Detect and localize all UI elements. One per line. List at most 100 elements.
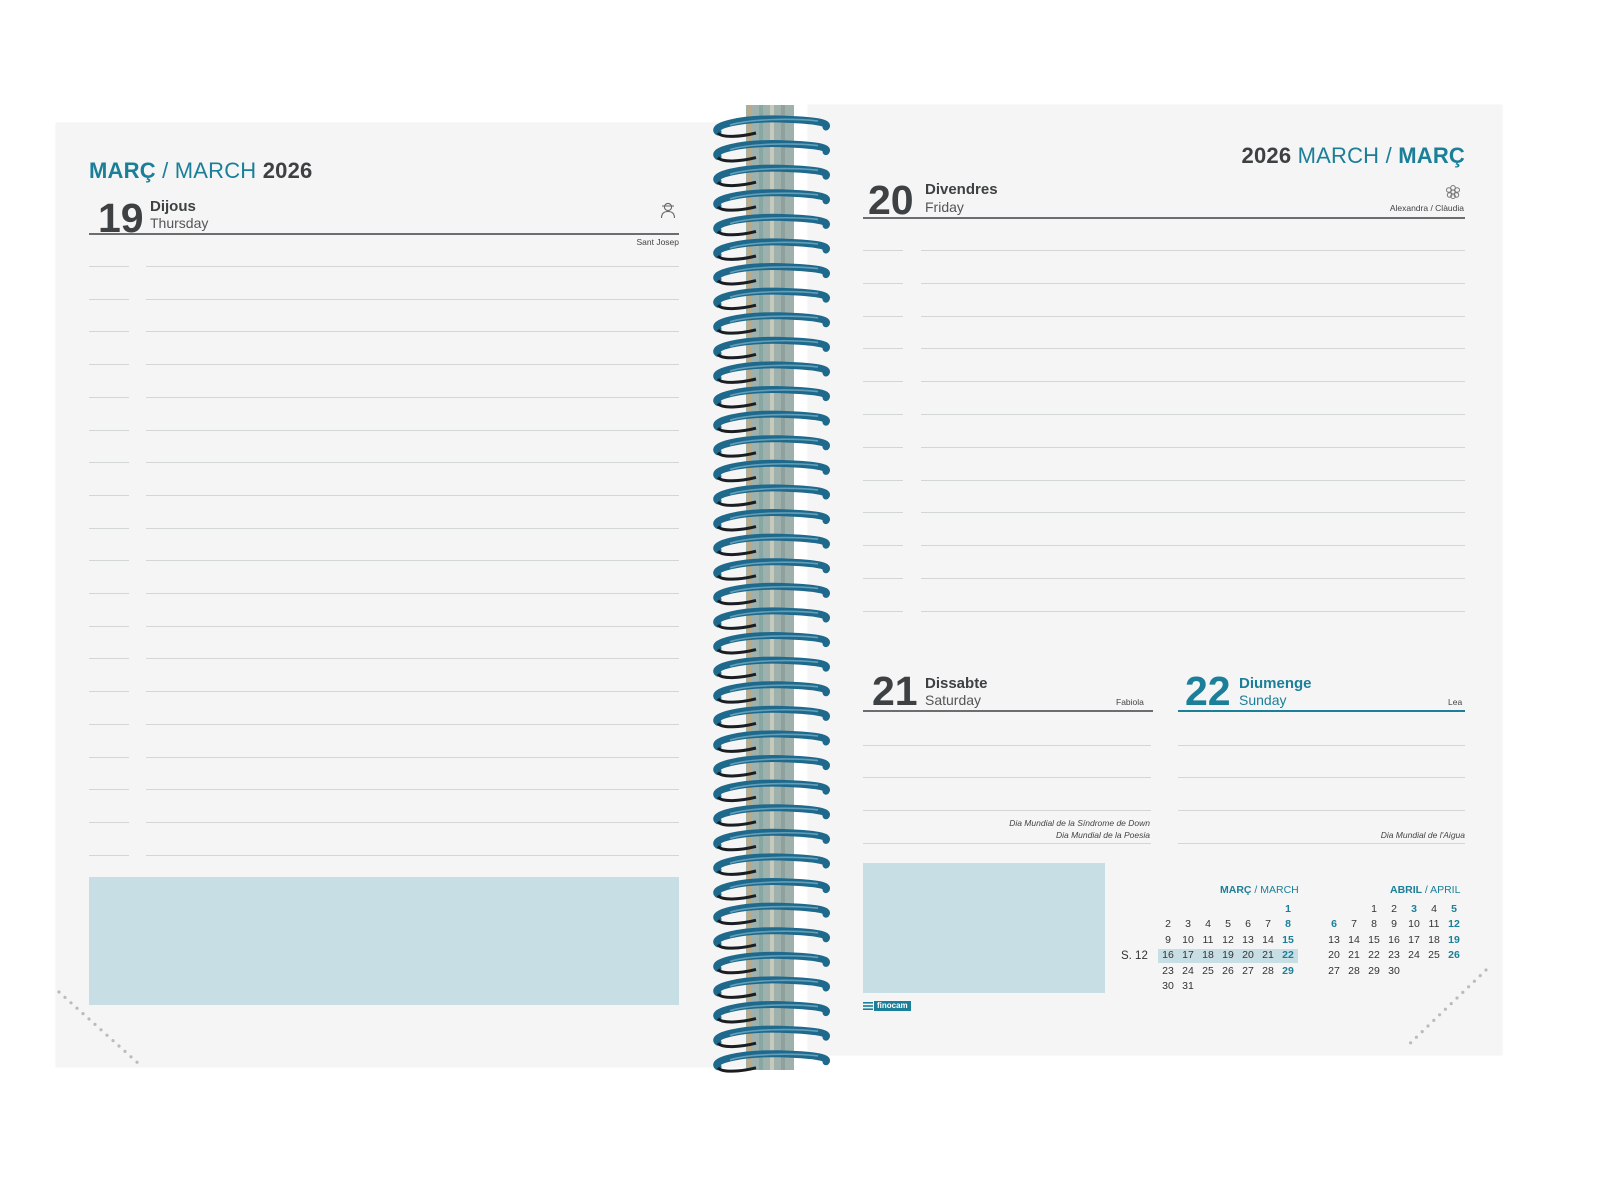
sunday-line[interactable] — [1178, 745, 1465, 746]
writing-line[interactable] — [921, 479, 1465, 481]
time-slot-line[interactable] — [89, 625, 129, 627]
time-slot-line[interactable] — [89, 298, 129, 300]
time-slot-line[interactable] — [89, 429, 129, 431]
calendar-day: 13 — [1328, 933, 1340, 946]
notes-box[interactable] — [863, 863, 1105, 993]
time-slot-line[interactable] — [89, 593, 129, 594]
saturday-saint: Fabiola — [1116, 697, 1144, 707]
time-slot-line[interactable] — [89, 560, 129, 562]
calendar-day: 22 — [1282, 949, 1294, 962]
writing-line[interactable] — [146, 789, 679, 791]
time-slot-line[interactable] — [89, 331, 129, 333]
sunday-line[interactable] — [1178, 777, 1465, 778]
writing-line[interactable] — [146, 691, 679, 693]
perforation-dot — [1484, 968, 1488, 972]
time-slot-line[interactable] — [89, 691, 129, 693]
saturday-line[interactable] — [863, 777, 1151, 778]
writing-line[interactable] — [921, 414, 1465, 415]
time-slot-line[interactable] — [863, 414, 903, 415]
time-slot-line[interactable] — [863, 446, 903, 448]
time-slot-line[interactable] — [863, 250, 903, 251]
writing-line[interactable] — [146, 429, 679, 431]
writing-line[interactable] — [921, 348, 1465, 350]
perforation-dot — [75, 1006, 79, 1010]
writing-line[interactable] — [146, 560, 679, 562]
time-slot-line[interactable] — [863, 512, 903, 514]
writing-line[interactable] — [146, 625, 679, 627]
time-slot-line[interactable] — [89, 266, 129, 267]
writing-line[interactable] — [921, 578, 1465, 579]
time-slot-line[interactable] — [89, 658, 129, 660]
separator: / — [1385, 143, 1392, 168]
notes-box[interactable] — [89, 877, 679, 1005]
mini-cal-march-title: MARÇ / MARCH — [1220, 884, 1299, 896]
writing-line[interactable] — [921, 446, 1465, 448]
time-slot-line[interactable] — [89, 364, 129, 366]
writing-line[interactable] — [146, 593, 679, 594]
writing-line[interactable] — [146, 298, 679, 300]
time-slot-line[interactable] — [89, 789, 129, 791]
time-slot-line[interactable] — [89, 723, 129, 725]
time-slot-line[interactable] — [863, 282, 903, 284]
writing-line[interactable] — [146, 331, 679, 333]
writing-line[interactable] — [146, 527, 679, 529]
writing-line[interactable] — [146, 756, 679, 758]
writing-line[interactable] — [146, 364, 679, 366]
title-en: / APRIL — [1424, 884, 1461, 896]
calendar-day: 3 — [1185, 918, 1191, 931]
writing-line[interactable] — [921, 282, 1465, 284]
calendar-day: 2 — [1391, 903, 1397, 915]
writing-line[interactable] — [921, 512, 1465, 514]
time-slot-line[interactable] — [89, 396, 129, 398]
perforation-dot — [1472, 979, 1476, 983]
sunday-line[interactable] — [1178, 810, 1465, 811]
writing-line[interactable] — [921, 610, 1465, 612]
perforation-dots — [56, 989, 146, 1069]
writing-line[interactable] — [146, 723, 679, 725]
time-slot-line[interactable] — [863, 610, 903, 612]
writing-line[interactable] — [146, 266, 679, 267]
time-slot-line[interactable] — [863, 348, 903, 350]
writing-line[interactable] — [146, 396, 679, 398]
time-slot-line[interactable] — [863, 315, 903, 317]
day-number-20: 20 — [868, 177, 914, 223]
time-slot-line[interactable] — [89, 462, 129, 464]
perforation-dot — [1414, 1035, 1418, 1039]
writing-line[interactable] — [146, 462, 679, 464]
time-slot-line[interactable] — [863, 479, 903, 481]
mini-cal-april-title: ABRIL / APRIL — [1390, 884, 1460, 896]
time-slot-line[interactable] — [89, 527, 129, 529]
writing-line[interactable] — [146, 658, 679, 660]
calendar-day: 24 — [1182, 964, 1194, 977]
title-ca: MARÇ — [1220, 884, 1252, 896]
writing-line[interactable] — [921, 315, 1465, 317]
writing-line[interactable] — [146, 494, 679, 496]
saturday-line[interactable] — [863, 843, 1151, 844]
time-slot-line[interactable] — [89, 756, 129, 758]
saturday-line[interactable] — [863, 810, 1151, 811]
saturday-line[interactable] — [863, 745, 1151, 746]
spiral-binding — [700, 100, 840, 1080]
calendar-day: 7 — [1265, 918, 1271, 931]
writing-line[interactable] — [146, 821, 679, 823]
time-slot-line[interactable] — [89, 494, 129, 496]
observance-down: Dia Mundial de la Síndrome de Down — [1009, 818, 1150, 828]
time-slot-line[interactable] — [863, 545, 903, 547]
writing-line[interactable] — [921, 545, 1465, 547]
calendar-day: 7 — [1351, 918, 1357, 931]
time-slot-line[interactable] — [89, 854, 129, 856]
perforation-dot — [1420, 1030, 1424, 1034]
time-slot-line[interactable] — [89, 821, 129, 823]
time-slot-line[interactable] — [863, 578, 903, 579]
title-ca: ABRIL — [1390, 884, 1422, 896]
calendar-day: 31 — [1182, 980, 1194, 992]
calendar-day: 22 — [1368, 949, 1380, 962]
writing-line[interactable] — [921, 250, 1465, 251]
perforation-dot — [111, 1039, 115, 1043]
time-slot-line[interactable] — [863, 381, 903, 383]
writing-line[interactable] — [146, 854, 679, 856]
writing-line[interactable] — [921, 381, 1465, 383]
perforation-dot — [1426, 1024, 1430, 1028]
sunday-line[interactable] — [1178, 843, 1465, 844]
perforation-dot — [99, 1028, 103, 1032]
